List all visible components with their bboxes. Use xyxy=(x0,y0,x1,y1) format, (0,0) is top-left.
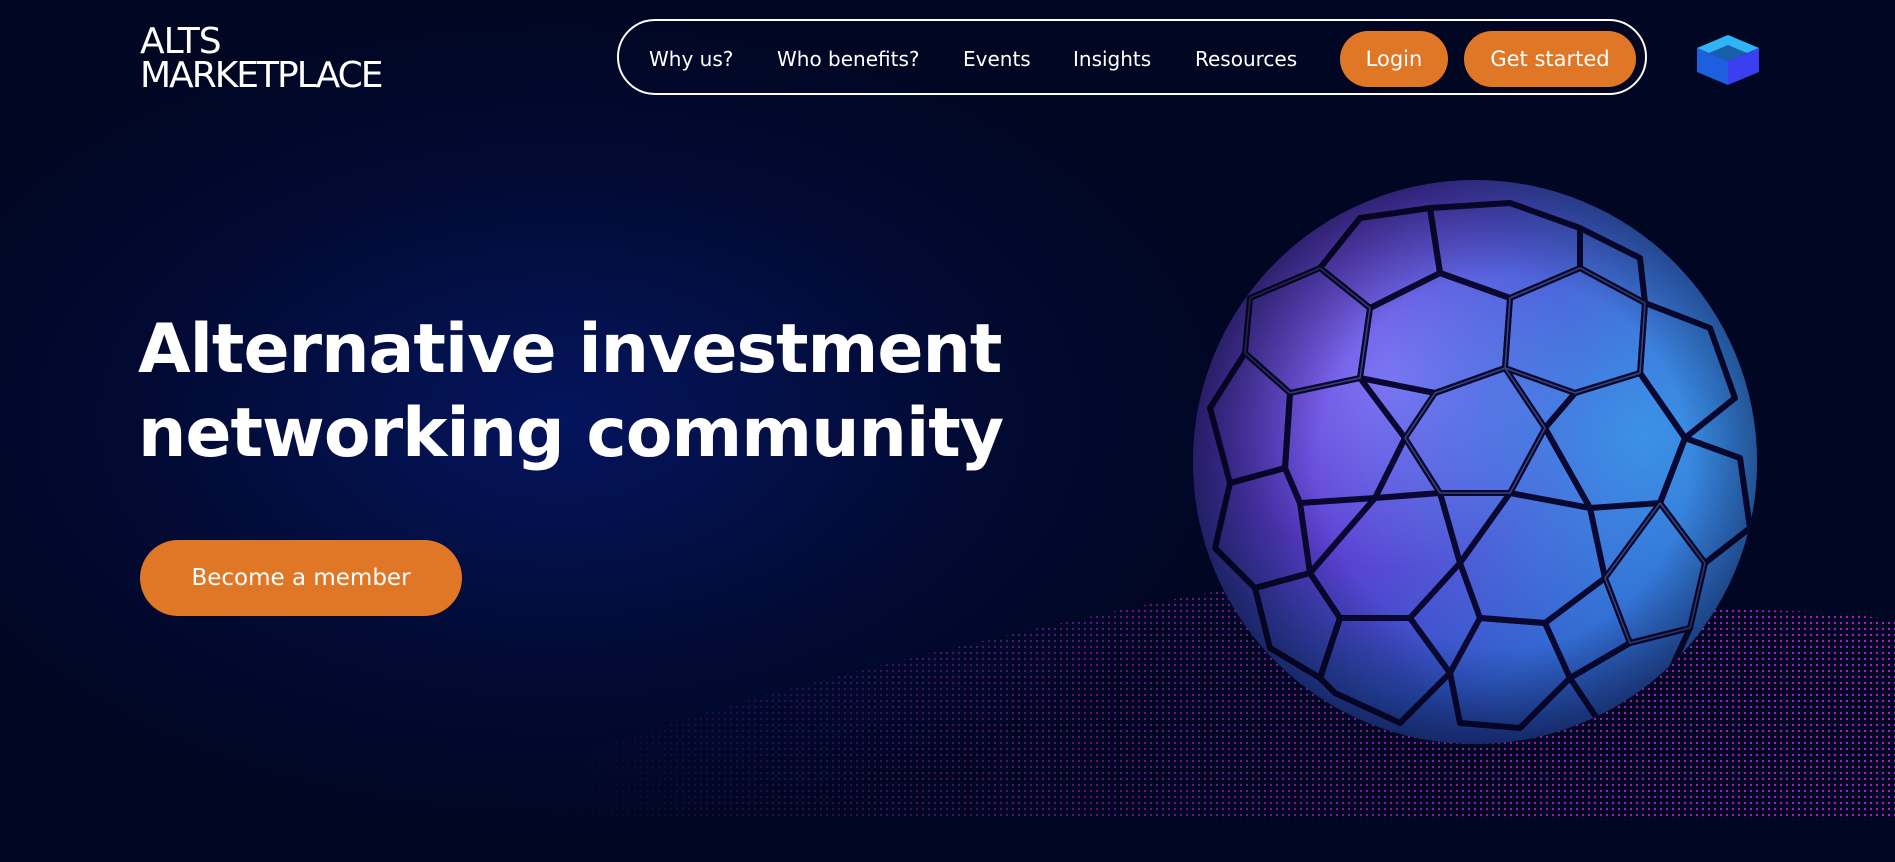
nav-link-who-benefits[interactable]: Who benefits? xyxy=(777,47,920,71)
hero-title-line-2: networking community xyxy=(138,394,1004,473)
login-button[interactable]: Login xyxy=(1340,31,1448,87)
nav-link-events[interactable]: Events xyxy=(963,47,1031,71)
geodesic-sphere-icon xyxy=(1193,180,1757,744)
cube-icon[interactable] xyxy=(1695,33,1761,87)
hero-title: Alternative investment networking commun… xyxy=(138,308,1038,476)
nav-link-why-us[interactable]: Why us? xyxy=(649,47,733,71)
nav-link-insights[interactable]: Insights xyxy=(1073,47,1151,71)
brand-logo[interactable]: ALTS MARKETPLACE xyxy=(140,24,430,94)
nav-link-resources[interactable]: Resources xyxy=(1195,47,1297,71)
hero-title-line-1: Alternative investment xyxy=(138,310,1002,389)
logo-line-2: MARKETPLACE xyxy=(140,55,384,96)
main-navigation: Why us? Who benefits? Events Insights Re… xyxy=(617,19,1647,95)
become-member-button[interactable]: Become a member xyxy=(140,540,462,616)
get-started-button[interactable]: Get started xyxy=(1464,31,1636,87)
